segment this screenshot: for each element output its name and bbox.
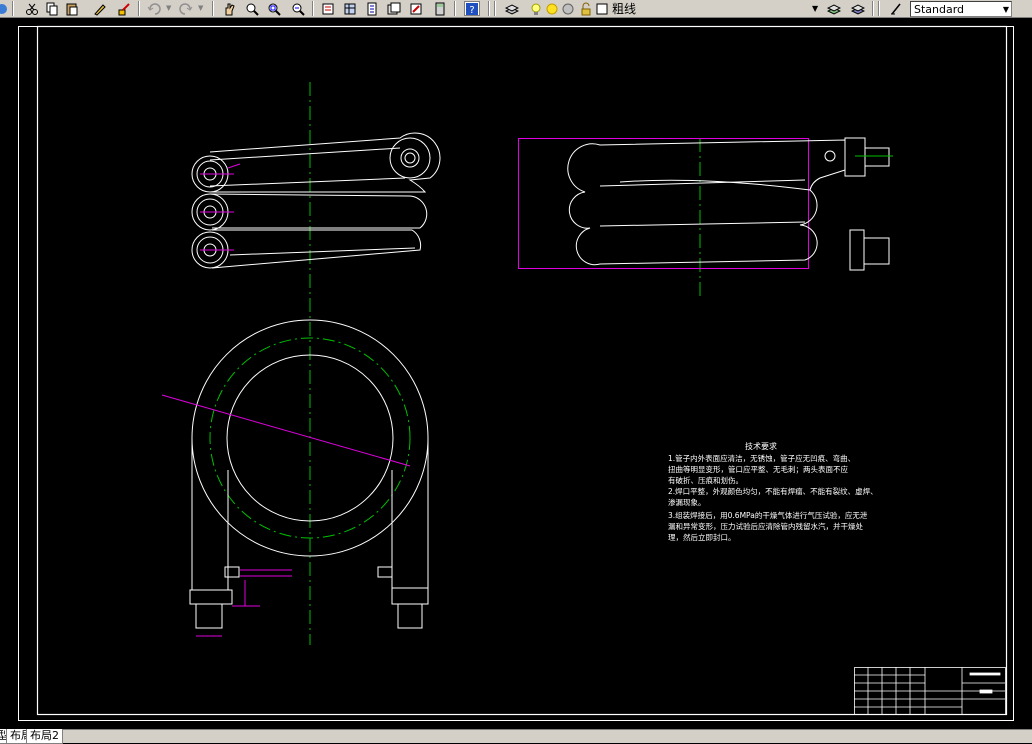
pan-icon[interactable] <box>222 1 238 16</box>
undo-icon[interactable] <box>146 1 162 16</box>
sheet-border-outer <box>18 26 1014 721</box>
undo-dropdown-icon[interactable]: ▼ <box>166 4 174 19</box>
paste-icon[interactable] <box>64 1 80 16</box>
tech-requirements-line: 2.焊口平整，外观颜色均匀，不能有焊瘤、不能有裂纹、虚焊、 <box>668 486 878 496</box>
brush-icon[interactable] <box>116 1 132 16</box>
toolbar-separator <box>212 1 214 16</box>
help-icon[interactable]: ? <box>464 1 480 16</box>
layer-manager-icon[interactable] <box>504 1 520 16</box>
layer-combo-text[interactable]: 粗线 <box>612 0 636 16</box>
freeze-icon[interactable] <box>560 1 576 16</box>
toolbar-separator <box>872 1 874 16</box>
toolbar-separator <box>12 1 14 16</box>
toolbar-separator <box>454 1 456 16</box>
design-center-icon[interactable] <box>342 1 358 16</box>
tech-requirements-line: 1.管子内外表面应清洁，无锈蚀，管子应无凹痕、弯曲、 <box>668 453 855 463</box>
title-block <box>854 667 1006 715</box>
copy-icon[interactable] <box>44 1 60 16</box>
coil-front-view[interactable] <box>191 82 441 645</box>
cut-icon[interactable] <box>24 1 40 16</box>
tech-requirements: 技术要求 1.管子内外表面应清洁，无锈蚀，管子应无凹痕、弯曲、 扭曲等明显变形，… <box>668 441 878 542</box>
model-space-canvas[interactable]: 技术要求 1.管子内外表面应清洁，无锈蚀，管子应无凹痕、弯曲、 扭曲等明显变形，… <box>0 18 1032 729</box>
svg-text:?: ? <box>469 5 474 16</box>
tech-requirements-line: 有破折、压痕和划伤。 <box>668 475 743 485</box>
zoom-realtime-icon[interactable] <box>244 1 260 16</box>
match-properties-icon[interactable] <box>92 1 108 16</box>
lock-icon[interactable] <box>578 1 594 16</box>
layer-previous-icon[interactable] <box>826 1 842 16</box>
markup-icon[interactable] <box>408 1 424 16</box>
sheet-set-icon[interactable] <box>386 1 402 16</box>
tech-requirements-line: 漏和异常变形，压力试验后应清除管内残留水汽，并干燥处 <box>668 521 863 531</box>
text-style-combo[interactable]: Standard ▼ <box>910 1 1012 17</box>
sheet-border-inner <box>36 25 1008 716</box>
properties-icon[interactable] <box>320 1 336 16</box>
zoom-window-icon[interactable] <box>266 1 282 16</box>
tech-requirements-line: 3.组装焊接后，用0.6MPa的干燥气体进行气压试验，应无泄 <box>668 510 868 520</box>
tech-requirements-title: 技术要求 <box>745 441 777 451</box>
redo-dropdown-icon[interactable]: ▼ <box>198 4 206 19</box>
bulb-icon[interactable] <box>528 1 544 16</box>
standard-toolbar: ▼ ▼ ? 粗线 ▼ Standard ▼ <box>0 0 1032 18</box>
zoom-previous-icon[interactable] <box>290 1 306 16</box>
tech-requirements-line: 渗漏现象。 <box>668 497 706 507</box>
tab-layout2[interactable]: 布局2 <box>26 729 63 744</box>
tool-palettes-icon[interactable] <box>364 1 380 16</box>
toolbar-separator <box>312 1 314 16</box>
coil-plan-view[interactable] <box>161 319 429 637</box>
redo-icon[interactable] <box>178 1 194 16</box>
text-style-value: Standard <box>914 2 965 16</box>
toolbar-partial-icon[interactable] <box>0 1 10 16</box>
chevron-down-icon: ▼ <box>1002 5 1009 14</box>
toolbar-separator <box>494 1 496 16</box>
toolbar-separator <box>138 1 140 16</box>
layer-states-icon[interactable] <box>850 1 866 16</box>
layer-combo-arrow-icon[interactable]: ▼ <box>812 4 818 19</box>
text-style-icon[interactable] <box>888 1 904 16</box>
toolbar-separator <box>878 1 880 16</box>
tech-requirements-line: 扭曲等明显变形，管口应平整、无毛刺；两头表面不应 <box>668 464 848 474</box>
toolbar-separator <box>488 1 490 16</box>
calculator-icon[interactable] <box>432 1 448 16</box>
color-icon[interactable] <box>594 1 610 16</box>
sun-icon[interactable] <box>544 1 560 16</box>
coil-side-view[interactable] <box>518 137 894 296</box>
layout-tab-bar: 型 布局1 布局2 <box>0 729 1032 744</box>
tech-requirements-line: 理，然后立即封口。 <box>668 532 736 542</box>
tab-label: 布局2 <box>30 729 59 742</box>
